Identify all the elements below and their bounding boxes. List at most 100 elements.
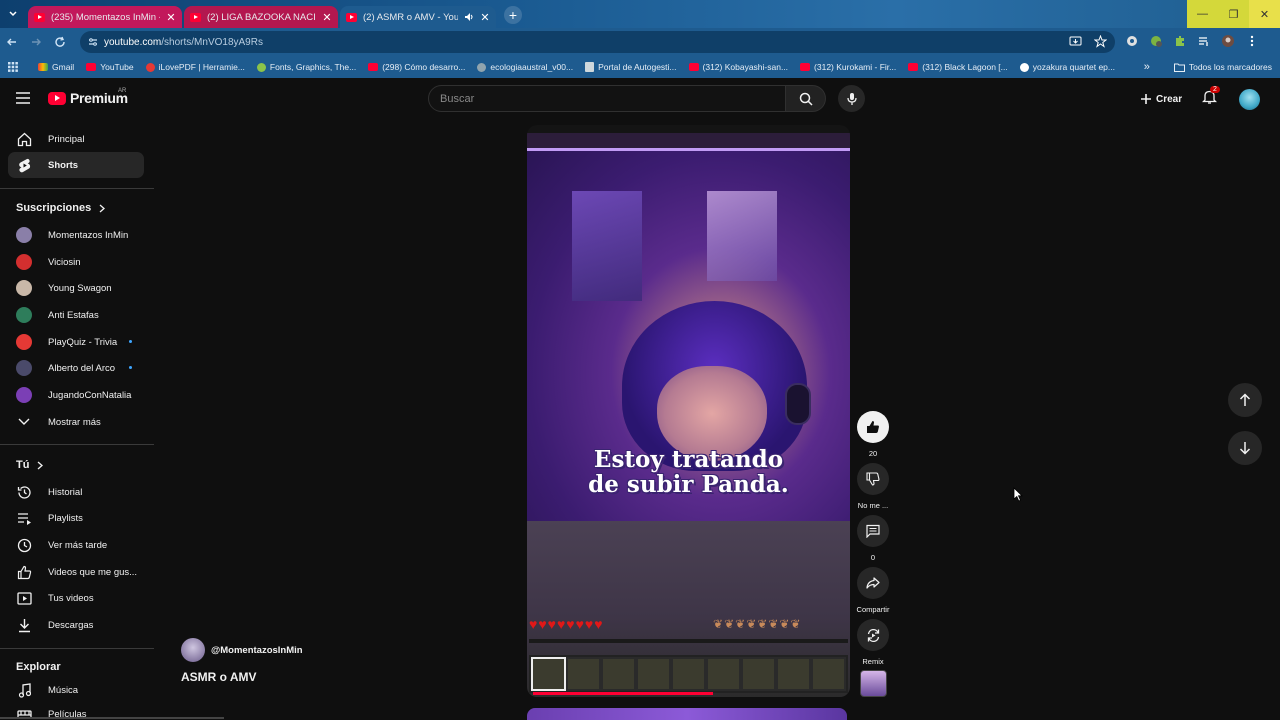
drumstick-icon: ❦ — [768, 617, 779, 631]
menu-hamburger-icon[interactable] — [16, 92, 30, 104]
you-header[interactable]: Tú — [16, 459, 44, 471]
previous-short-button[interactable] — [1228, 383, 1262, 417]
chevron-right-icon — [99, 204, 106, 212]
next-short-button[interactable] — [1228, 431, 1262, 465]
sidebar-item-channel[interactable]: Anti Estafas — [8, 302, 144, 328]
short-video-player[interactable]: Estoy tratando de subir Panda. ♥ ♥ ♥ ♥ ♥ ♥ ♥ ♥ … — [527, 125, 850, 697]
sidebar-item-watch-later[interactable]: Ver más tarde — [8, 532, 144, 558]
extension-icon[interactable] — [1149, 34, 1163, 48]
bookmark-black-lagoon[interactable]: (312) Black Lagoon [... — [902, 62, 1014, 72]
youtube-premium-logo[interactable]: Premium AR — [48, 88, 128, 106]
site-info-icon[interactable] — [88, 37, 98, 47]
bookmark-youtube-video[interactable]: (298) Cómo desarro... — [362, 62, 471, 72]
heart-icon: ♥ — [566, 616, 575, 632]
minimize-icon[interactable]: — — [1187, 0, 1218, 28]
bookmark-fonts[interactable]: Fonts, Graphics, The... — [251, 62, 362, 72]
create-button[interactable]: Crear — [1134, 88, 1188, 110]
sidebar-item-principal[interactable]: Principal — [8, 126, 144, 152]
restore-icon[interactable]: ❐ — [1218, 0, 1249, 28]
headset-image — [785, 383, 811, 425]
sidebar-item-channel[interactable]: PlayQuiz - Trivia — [8, 329, 144, 355]
tab-close-icon[interactable]: ✕ — [480, 11, 490, 24]
account-avatar[interactable] — [1239, 89, 1260, 110]
new-tab-button[interactable]: + — [504, 6, 522, 24]
horizontal-scrollbar[interactable] — [0, 717, 224, 719]
bookmark-ecologia[interactable]: ecologiaaustral_v00... — [471, 62, 579, 72]
tab-close-icon[interactable]: ✕ — [166, 11, 176, 24]
heart-icon: ♥ — [575, 616, 584, 632]
remix-button[interactable]: Remix — [853, 619, 893, 666]
comments-button[interactable]: 0 — [853, 515, 893, 562]
notifications-button[interactable]: 2 — [1202, 86, 1220, 105]
sidebar-item-channel[interactable]: Viciosin — [8, 249, 144, 275]
bookmark-yozakura[interactable]: yozakura quartet ep... — [1014, 62, 1121, 72]
sidebar-item-music[interactable]: Música — [8, 677, 144, 703]
youtube-favicon-icon — [346, 12, 357, 22]
more-bookmarks-button[interactable]: » — [1144, 61, 1150, 73]
hotbar-slot — [671, 657, 706, 691]
puzzle-extension-icon[interactable] — [1173, 34, 1187, 48]
sidebar-item-channel[interactable]: JugandoConNatalia — [8, 382, 144, 408]
like-button[interactable]: 20 — [853, 411, 893, 458]
sidebar-item-channel[interactable]: Alberto del Arco — [8, 355, 144, 381]
browser-tab-active[interactable]: (2) ASMR o AMV - YouTube ✕ — [340, 6, 496, 28]
bookmark-label: Gmail — [52, 62, 75, 72]
tab-search-menu-icon[interactable] — [0, 0, 26, 28]
install-app-icon[interactable] — [1069, 35, 1082, 48]
search-button[interactable] — [786, 85, 826, 112]
sidebar-item-history[interactable]: Historial — [8, 479, 144, 505]
media-control-icon[interactable] — [1197, 34, 1211, 48]
bookmark-kobayashi[interactable]: (312) Kobayashi-san... — [683, 62, 795, 72]
sidebar-item-your-videos[interactable]: Tus videos — [8, 585, 144, 611]
next-short-preview[interactable] — [527, 708, 847, 720]
section-title: Tú — [16, 459, 30, 471]
sidebar-item-downloads[interactable]: Descargas — [8, 612, 144, 638]
all-bookmarks-button[interactable]: Todos los marcadores — [1189, 62, 1272, 72]
tab-close-icon[interactable]: ✕ — [322, 11, 332, 24]
show-more-button[interactable]: Mostrar más — [8, 409, 144, 435]
back-arrow-icon[interactable] — [0, 28, 24, 56]
forward-arrow-icon[interactable] — [24, 28, 48, 56]
bookmark-ilovepdf[interactable]: iLovePDF | Herramie... — [140, 62, 251, 72]
voice-search-button[interactable] — [838, 85, 865, 112]
browser-menu-icon[interactable] — [1245, 34, 1259, 48]
profile-avatar-icon[interactable] — [1221, 34, 1235, 48]
youtube-masthead: Premium AR Buscar Crear 2 — [0, 78, 1280, 120]
sidebar-item-channel[interactable]: Young Swagon — [8, 275, 144, 301]
extension-icon[interactable] — [1125, 34, 1139, 48]
url-path: /shorts/MnVO18yA9Rs — [161, 36, 263, 48]
bookmark-portal[interactable]: Portal de Autogesti... — [579, 62, 682, 72]
bookmark-gmail[interactable]: Gmail — [32, 62, 80, 72]
sidebar-item-channel[interactable]: Momentazos InMin — [8, 222, 144, 248]
sound-channel-thumbnail[interactable] — [860, 670, 887, 697]
audio-playing-icon[interactable] — [464, 12, 474, 22]
browser-tab[interactable]: (2) LIGA BAZOOKA NACIONAL ✕ — [184, 6, 338, 28]
channel-link[interactable]: @MomentazosInMin — [181, 638, 303, 662]
video-progress-bar[interactable] — [533, 692, 713, 695]
bookmark-kurokami[interactable]: (312) Kurokami - Fir... — [794, 62, 902, 72]
hotbar-slot — [566, 657, 601, 691]
reload-icon[interactable] — [48, 28, 72, 56]
subscriptions-header[interactable]: Suscripciones — [16, 202, 106, 214]
tab-title: (2) ASMR o AMV - YouTube — [363, 11, 458, 23]
channel-avatar — [16, 307, 32, 323]
sidebar-item-liked-videos[interactable]: Videos que me gus... — [8, 559, 144, 585]
comment-icon — [857, 515, 889, 547]
bookmark-youtube[interactable]: YouTube — [80, 62, 139, 72]
bookmark-label: ecologiaaustral_v00... — [490, 62, 574, 72]
address-bar[interactable]: youtube.com/shorts/MnVO18yA9Rs — [80, 31, 1115, 53]
hotbar-slot — [706, 657, 741, 691]
sidebar-item-label: JugandoConNatalia — [48, 389, 132, 401]
bookmark-star-icon[interactable] — [1094, 35, 1107, 48]
heart-icon: ♥ — [538, 616, 547, 632]
sidebar-item-shorts[interactable]: Shorts — [8, 152, 144, 178]
apps-grid-icon[interactable] — [0, 62, 24, 72]
google-icon — [1019, 62, 1029, 72]
browser-tab[interactable]: (235) Momentazos InMin - You ✕ — [28, 6, 182, 28]
dislike-button[interactable]: No me ... — [853, 463, 893, 510]
search-input[interactable]: Buscar — [428, 85, 786, 112]
close-window-icon[interactable]: ✕ — [1249, 0, 1280, 28]
sidebar-item-playlists[interactable]: Playlists — [8, 505, 144, 531]
short-title: ASMR o AMV — [181, 670, 257, 684]
share-button[interactable]: Compartir — [853, 567, 893, 614]
